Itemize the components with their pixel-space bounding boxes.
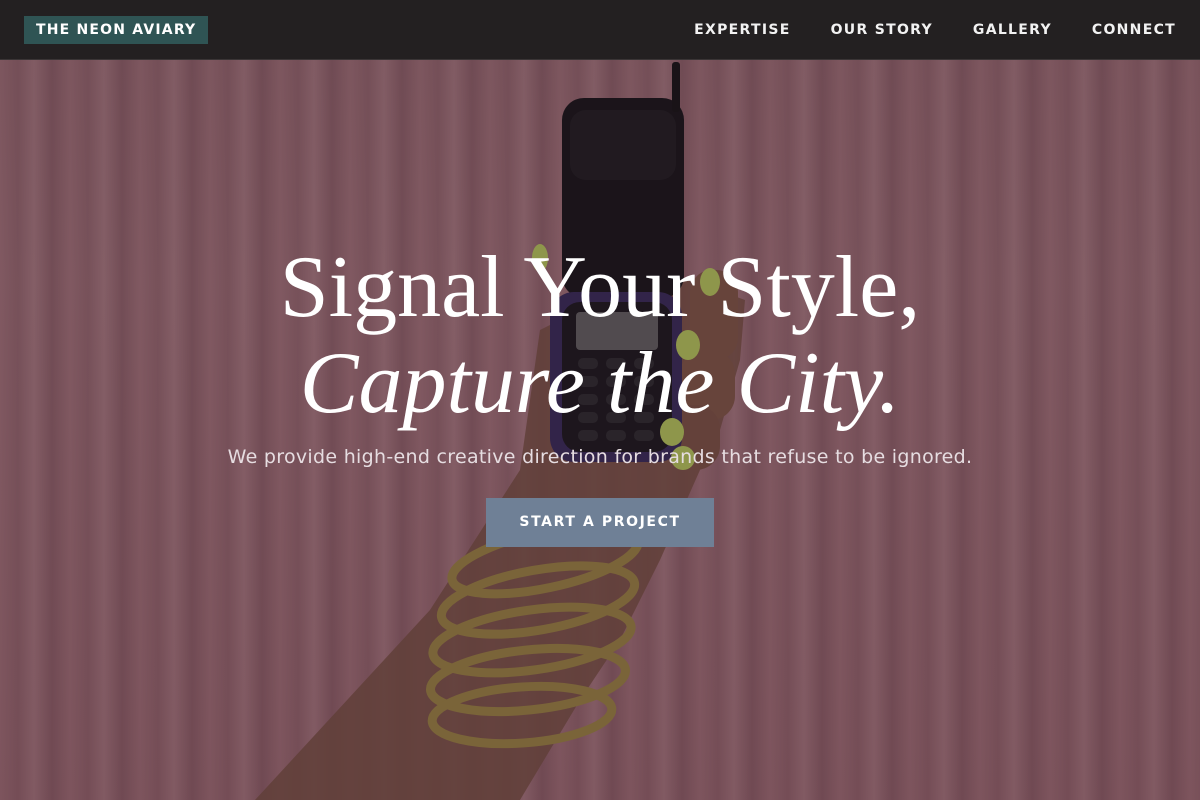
brand-logo[interactable]: THE NEON AVIARY	[24, 16, 209, 44]
hero-content: Signal Your Style, Capture the City. We …	[0, 240, 1200, 547]
top-navbar: THE NEON AVIARY EXPERTISE OUR STORY GALL…	[0, 0, 1200, 60]
nav-links: EXPERTISE OUR STORY GALLERY CONNECT	[694, 0, 1176, 60]
hero-subheading: We provide high-end creative direction f…	[227, 446, 973, 468]
nav-link-gallery[interactable]: GALLERY	[973, 22, 1052, 38]
hero-headline-line1: Signal Your Style,	[279, 239, 921, 336]
hero-headline-line2: Capture the City.	[299, 335, 901, 432]
hero-section: Signal Your Style, Capture the City. We …	[0, 0, 1200, 800]
nav-link-our-story[interactable]: OUR STORY	[831, 22, 933, 38]
hero-headline: Signal Your Style, Capture the City.	[0, 240, 1200, 432]
nav-link-expertise[interactable]: EXPERTISE	[694, 22, 790, 38]
start-project-button[interactable]: START A PROJECT	[486, 498, 714, 547]
nav-link-connect[interactable]: CONNECT	[1092, 22, 1176, 38]
